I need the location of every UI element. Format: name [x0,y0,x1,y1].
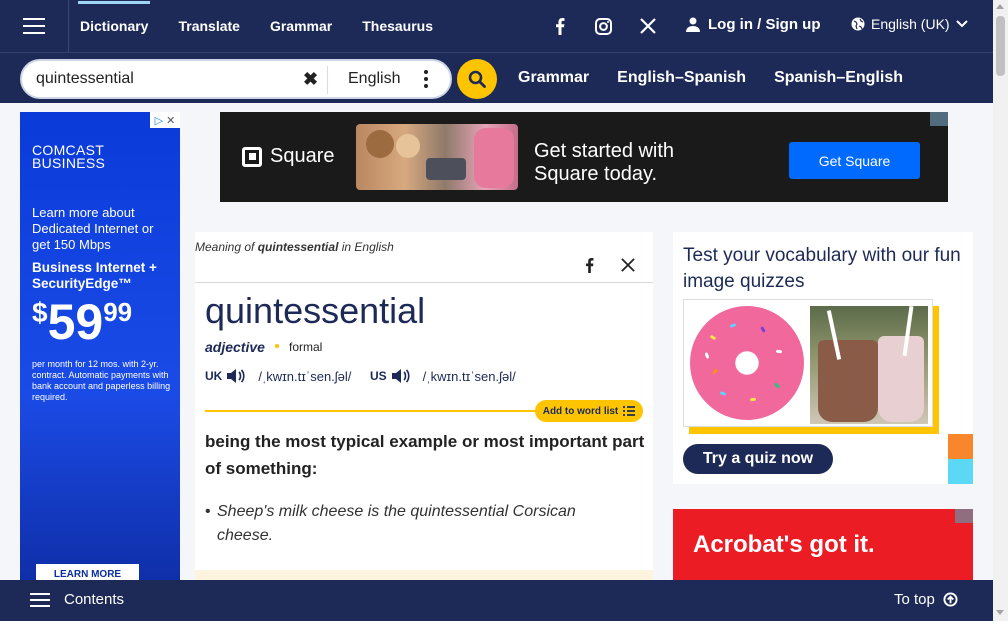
share-x-icon[interactable] [621,258,635,277]
quicklink-english-spanish[interactable]: English–Spanish [617,69,746,87]
part-of-speech[interactable]: adjective [205,339,265,355]
quiz-promo: Test your vocabulary with our fun image … [673,232,973,484]
ad-headline: Business Internet + SecurityEdge™ [32,260,157,291]
quicklink-spanish-english[interactable]: Spanish–English [774,69,903,87]
example-sentence: • Sheep's milk cheese is the quintessent… [205,503,576,544]
square-logo: Square [242,145,335,168]
scroll-down-arrow-icon[interactable] [996,610,1004,615]
ad-fine-print: per month for 12 mos. with 2-yr. contrac… [32,359,171,402]
user-icon [686,17,700,32]
try-quiz-button[interactable]: Try a quiz now [683,444,833,474]
donut-image [690,306,804,420]
comcast-ad[interactable]: ▷ ✕ COMCAST BUSINESS Learn more about Ded… [20,112,180,582]
meaning-caption: Meaning of quintessential in English [195,240,394,254]
ad-photo [356,124,518,190]
x-twitter-icon[interactable] [636,14,660,38]
language-label: English (UK) [871,16,950,32]
login-label: Log in / Sign up [708,16,821,33]
scrollbar[interactable] [993,0,1008,621]
separator-dot [275,344,279,348]
search-input[interactable] [36,70,296,88]
nav-grammar[interactable]: Grammar [270,18,332,34]
nav-translate[interactable]: Translate [178,18,239,34]
facebook-icon[interactable] [548,14,572,38]
divider [327,66,328,94]
search-icon [468,70,486,88]
acrobat-ad[interactable]: Acrobat's got it. [673,509,973,582]
instagram-icon[interactable] [591,14,615,38]
language-selector[interactable]: English (UK) [851,16,968,32]
divider [195,282,653,283]
register-label: formal [289,340,323,354]
us-pronunciation: US /ˌkwɪn.tɪˈsen.ʃəl/ [370,368,516,384]
list-icon [623,406,636,416]
speaker-icon[interactable] [391,368,411,384]
contents-button[interactable]: Contents [30,591,124,608]
globe-icon [851,17,865,31]
divider [205,410,550,412]
clear-search-icon[interactable]: ✖ [303,69,318,90]
main-nav: Dictionary Translate Grammar Thesaurus [77,0,463,52]
nav-dictionary[interactable]: Dictionary [77,1,151,34]
login-link[interactable]: Log in / Sign up [686,16,820,33]
square-logo-icon [242,146,262,167]
nav-thesaurus[interactable]: Thesaurus [362,18,433,34]
adchoices-icon[interactable]: ▷ ✕ [150,112,180,128]
ad-tagline: Get started with Square today. [534,140,675,185]
share-facebook-icon[interactable] [585,258,594,278]
definition: being the most typical example or most i… [205,432,645,478]
scroll-thumb[interactable] [996,16,1005,76]
ad-price: $ 59 99 [32,294,133,350]
hamburger-icon [30,592,50,607]
chevron-down-icon [955,20,968,28]
search-button[interactable] [457,59,497,99]
more-options-icon[interactable] [422,68,430,90]
search-box: ✖ English [20,59,452,99]
quiz-title[interactable]: Test your vocabulary with our fun image … [683,243,963,295]
hamburger-icon [23,18,45,34]
quiz-image[interactable] [683,299,933,427]
speaker-icon[interactable] [226,368,246,384]
square-ad[interactable]: Square Get started with Square today. Ge… [220,112,948,202]
color-strip [948,434,973,484]
scroll-up-arrow-icon[interactable] [996,4,1004,9]
quicklink-grammar[interactable]: Grammar [518,69,589,87]
arrow-up-circle-icon [943,592,958,607]
dictionary-entry: Meaning of quintessential in English qui… [195,232,653,582]
add-to-word-list-button[interactable]: Add to word list [535,400,643,422]
uk-pronunciation: UK /ˌkwɪn.tɪˈsen.ʃəl/ [205,368,352,384]
to-top-button[interactable]: To top [894,591,958,608]
dictionary-select[interactable]: English [348,70,400,88]
adchoices-icon[interactable] [930,112,948,126]
ad-headline: Acrobat's got it. [693,531,875,558]
bottom-bar: Contents To top [0,580,993,621]
quick-links: Grammar English–Spanish Spanish–English [518,69,931,87]
ad-brand: COMCAST BUSINESS [32,142,106,171]
menu-button[interactable] [0,0,69,52]
ad-body-text: Learn more about Dedicated Internet or g… [32,205,154,252]
top-header: Dictionary Translate Grammar Thesaurus L… [0,0,993,52]
headword: quintessential [205,290,426,331]
get-square-button[interactable]: Get Square [789,142,920,179]
search-bar: ✖ English Grammar English–Spanish Spanis… [0,52,993,103]
milkshake-image [810,305,928,424]
adchoices-icon[interactable] [955,509,973,523]
